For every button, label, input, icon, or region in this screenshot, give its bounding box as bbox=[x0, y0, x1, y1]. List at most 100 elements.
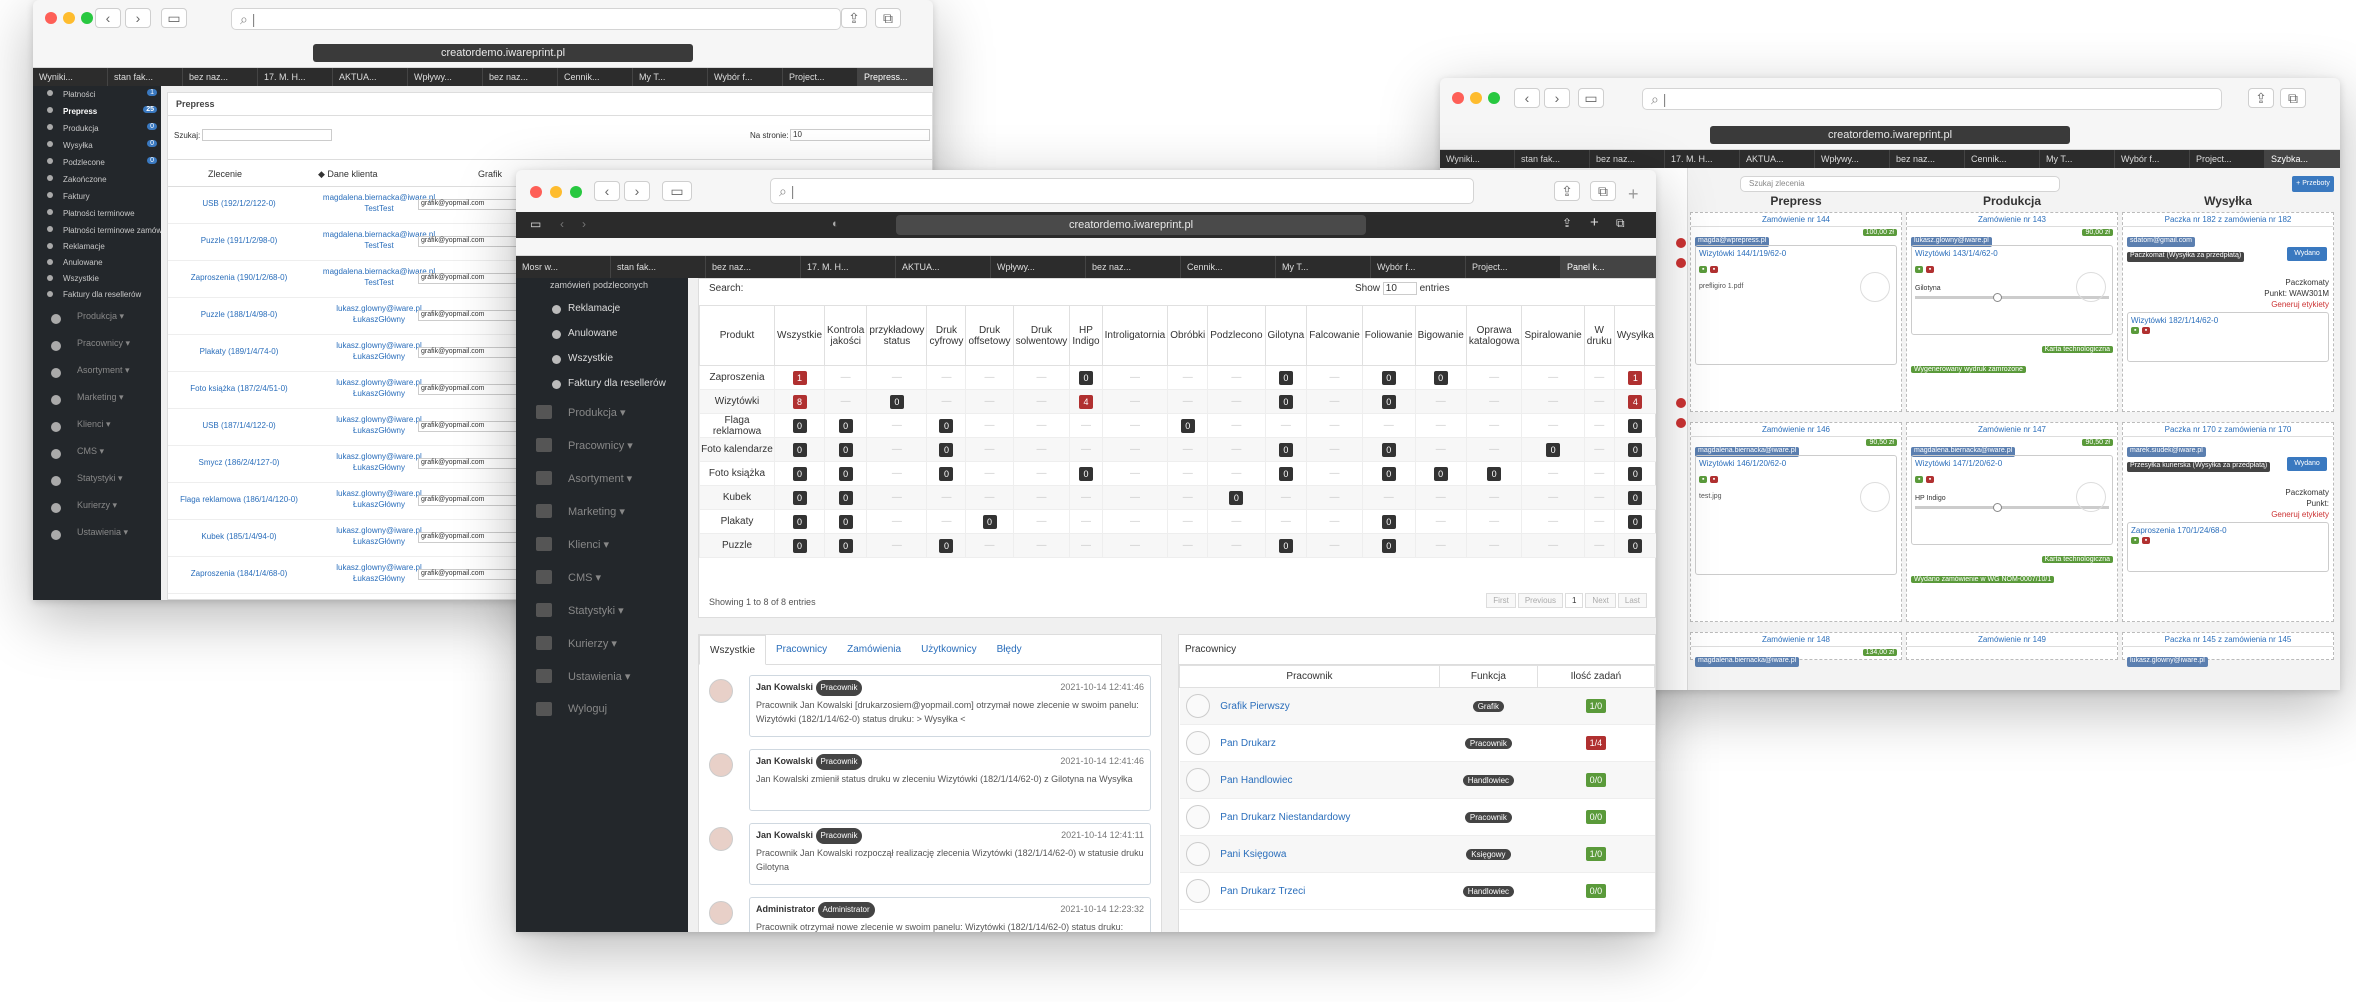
order-title[interactable]: Zamówienie nr 149 bbox=[1907, 633, 2117, 647]
count-badge[interactable]: 0 bbox=[1078, 370, 1093, 385]
count-badge[interactable]: 0 bbox=[939, 418, 954, 433]
browser-tab[interactable]: 17. M. H... bbox=[1665, 150, 1740, 168]
maximize-window-button[interactable] bbox=[570, 186, 582, 198]
tasks-badge[interactable]: 0/0 bbox=[1585, 773, 1607, 787]
browser-tab[interactable]: Cennik... bbox=[1965, 150, 2040, 168]
count-badge[interactable]: 0 bbox=[792, 442, 807, 457]
sidebar-item[interactable]: Asortyment ▾ bbox=[33, 357, 161, 384]
tasks-badge[interactable]: 1/0 bbox=[1585, 847, 1607, 861]
order-link[interactable]: USB (187/1/4/122-0) bbox=[174, 421, 304, 430]
tasks-badge[interactable]: 1/4 bbox=[1585, 736, 1607, 750]
sidebar-item[interactable]: Kurierzy ▾ bbox=[33, 492, 161, 519]
column-header[interactable]: Introligatornia bbox=[1101, 305, 1169, 366]
sidebar-item[interactable]: Zakończone bbox=[33, 171, 161, 188]
browser-tab[interactable]: AKTUA... bbox=[1740, 150, 1815, 168]
sidebar-item[interactable]: Wszystkie bbox=[33, 271, 161, 287]
count-badge[interactable]: 1 bbox=[1628, 370, 1643, 385]
tasks-badge[interactable]: 1/0 bbox=[1585, 699, 1607, 713]
browser-tab[interactable]: Panel k... bbox=[1561, 256, 1656, 278]
count-badge[interactable]: 0 bbox=[939, 538, 954, 553]
count-badge[interactable]: 0 bbox=[1278, 394, 1293, 409]
browser-tab[interactable]: bez naz... bbox=[1890, 150, 1965, 168]
sidebar-menu[interactable]: Kurierzy ▾ bbox=[516, 627, 688, 660]
forward-icon[interactable]: › bbox=[125, 8, 151, 28]
column-header[interactable]: Falcowanie bbox=[1306, 305, 1363, 366]
close-window-button[interactable] bbox=[45, 12, 57, 24]
browser-tab[interactable]: Cennik... bbox=[558, 68, 633, 86]
column-header[interactable]: przykładowy status bbox=[866, 305, 928, 366]
order-card[interactable]: Zamówienie nr 148 magdalena.biernacka@iwa… bbox=[1690, 632, 1902, 667]
worker-name[interactable]: Pan Handlowiec bbox=[1220, 775, 1292, 786]
order-card[interactable]: Zamówienie nr 144 magda@wprepress.pl 100,0… bbox=[1690, 212, 1902, 412]
back-icon[interactable]: ‹ bbox=[1514, 88, 1540, 108]
column-header[interactable]: Gilotyna bbox=[1264, 305, 1308, 366]
column-header[interactable]: Podzlecono bbox=[1207, 305, 1266, 366]
order-card[interactable]: Zamówienie nr 143 lukasz.glowny@iware.pl 9… bbox=[1906, 212, 2118, 412]
col-grafik[interactable]: Grafik bbox=[478, 169, 502, 179]
column-header[interactable]: Bigowanie bbox=[1414, 305, 1467, 366]
sidebar-item[interactable]: Prepress 25 bbox=[33, 103, 161, 120]
count-badge[interactable]: 0 bbox=[838, 538, 853, 553]
browser-tab[interactable]: Wybór f... bbox=[708, 68, 783, 86]
count-badge[interactable]: 8 bbox=[792, 394, 807, 409]
forward-icon[interactable]: › bbox=[582, 217, 586, 231]
browser-tab[interactable]: Prepress... bbox=[858, 68, 933, 86]
count-badge[interactable]: 0 bbox=[792, 514, 807, 529]
order-link[interactable]: Smycz (186/2/4/127-0) bbox=[174, 458, 304, 467]
browser-tab[interactable]: My T... bbox=[1276, 256, 1371, 278]
browser-tab[interactable]: Wyniki... bbox=[1440, 150, 1515, 168]
count-badge[interactable]: 0 bbox=[1628, 466, 1643, 481]
worker-name[interactable]: Pan Drukarz bbox=[1220, 738, 1276, 749]
count-badge[interactable]: 0 bbox=[838, 418, 853, 433]
order-title[interactable]: Paczka nr 182 z zamówienia nr 182 bbox=[2123, 213, 2333, 227]
share-icon[interactable]: ⇪ bbox=[841, 8, 867, 28]
maximize-window-button[interactable] bbox=[81, 12, 93, 24]
browser-tab[interactable]: Wyniki... bbox=[33, 68, 108, 86]
column-header[interactable]: Oprawa katalogowa bbox=[1465, 305, 1523, 366]
tech-card-badge[interactable]: Karta technologiczna bbox=[2041, 556, 2113, 563]
column-header[interactable]: Kontrola jakości bbox=[823, 305, 868, 366]
count-badge[interactable]: 0 bbox=[1278, 538, 1293, 553]
sidebar-item[interactable]: Produkcja ▾ bbox=[33, 303, 161, 330]
address-input[interactable]: ⌕ | bbox=[770, 178, 1474, 204]
browser-tab[interactable]: My T... bbox=[2040, 150, 2115, 168]
activity-tab[interactable]: Błędy bbox=[987, 635, 1032, 664]
per-page-select[interactable]: 10 bbox=[790, 129, 930, 141]
add-button[interactable]: + Przeboty bbox=[2292, 176, 2334, 192]
tech-card-badge[interactable]: Karta technologiczna bbox=[2041, 346, 2113, 353]
workers-column[interactable]: Pracownik bbox=[1179, 665, 1440, 688]
browser-tab[interactable]: Wybór f... bbox=[1371, 256, 1466, 278]
pager-button[interactable]: Previous bbox=[1517, 593, 1563, 608]
minimize-window-button[interactable] bbox=[1470, 92, 1482, 104]
new-tab-icon[interactable]: + bbox=[1628, 184, 1639, 205]
address-input[interactable]: ⌕ | bbox=[1642, 88, 2222, 110]
entries-select[interactable]: 10 bbox=[1382, 282, 1417, 295]
sidebar-item[interactable]: Podzlecone 0 bbox=[33, 154, 161, 171]
sidebar-toggle-icon[interactable]: ▭ bbox=[662, 181, 692, 201]
activity-tab[interactable]: Wszystkie bbox=[699, 635, 766, 665]
sidebar-menu[interactable]: Statystyki ▾ bbox=[516, 594, 688, 627]
sidebar-menu[interactable]: CMS ▾ bbox=[516, 561, 688, 594]
order-search-input[interactable]: Szukaj zlecenia bbox=[1740, 176, 2060, 192]
issued-button[interactable]: Wydano bbox=[2287, 247, 2327, 261]
back-icon[interactable]: ‹ bbox=[560, 217, 564, 231]
minimize-window-button[interactable] bbox=[550, 186, 562, 198]
worker-name[interactable]: Pan Drukarz Niestandardowy bbox=[1220, 812, 1350, 823]
order-title[interactable]: Zamówienie nr 144 bbox=[1691, 213, 1901, 227]
order-title[interactable]: Zamówienie nr 148 bbox=[1691, 633, 1901, 647]
back-icon[interactable]: ‹ bbox=[594, 181, 620, 201]
preview-icon[interactable] bbox=[1860, 272, 1890, 302]
browser-tab[interactable]: Project... bbox=[1466, 256, 1561, 278]
browser-tab[interactable]: Wpływy... bbox=[991, 256, 1086, 278]
url-display[interactable]: creatordemo.iwareprint.pl bbox=[313, 44, 693, 62]
sidebar-item[interactable]: Płatności 1 bbox=[33, 86, 161, 103]
sidebar-toggle-icon[interactable]: ▭ bbox=[1578, 88, 1604, 108]
column-header[interactable]: Druk offsetowy bbox=[965, 305, 1014, 366]
count-badge[interactable]: 0 bbox=[792, 538, 807, 553]
count-badge[interactable]: 0 bbox=[792, 418, 807, 433]
count-badge[interactable]: 0 bbox=[838, 442, 853, 457]
item-link[interactable]: Wizytówki 182/1/14/62-0 bbox=[2131, 316, 2218, 325]
count-badge[interactable]: 0 bbox=[982, 514, 997, 529]
browser-tab[interactable]: bez naz... bbox=[1590, 150, 1665, 168]
order-link[interactable]: Plakaty (189/1/4/74-0) bbox=[174, 347, 304, 356]
